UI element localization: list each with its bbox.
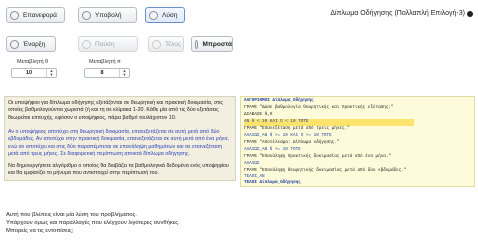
start-button[interactable]: Έναρξη xyxy=(6,36,56,52)
forward-label: Μπροστά xyxy=(202,40,232,48)
problem-paragraph-1: Οι υποψήφιοι για δίπλωμα οδήγησης εξετάζ… xyxy=(8,100,223,121)
end-button[interactable]: Τέλος xyxy=(148,36,184,52)
end-label: Τέλος xyxy=(165,40,182,48)
info-circle-icon[interactable] xyxy=(467,11,473,17)
theory-var-label: Μεταβλητή θ xyxy=(17,59,49,65)
solution-label: Λύση xyxy=(162,11,178,19)
practice-var-input[interactable]: 8 ▲ ▼ xyxy=(84,68,130,78)
solution-icon xyxy=(149,10,158,20)
reset-icon xyxy=(10,10,19,20)
page-title-text: Δίπλωμα Οδήγησης (Πολλαπλή Επιλογή-3) xyxy=(330,10,465,17)
code-line: ΤΕΛΟΣ Δίπλωμα_Οδήγησης xyxy=(244,180,301,185)
start-label: Έναρξη xyxy=(23,40,46,48)
theory-var-value: 10 xyxy=(25,70,33,76)
pause-label: Παύση xyxy=(95,40,115,48)
reset-label: Επανεφορά xyxy=(23,11,57,19)
code-line: ΓΡΑΨΕ "Δώσε βαθμολογία θεωρητικής και πρ… xyxy=(244,105,394,110)
code-line: ΓΡΑΨΕ "Επανεξέταση μετά από τρεις μήνες.… xyxy=(244,126,350,131)
code-line: ΓΡΑΨΕ "Επανάληψη θεωρητικής δοκιμασίας μ… xyxy=(244,168,407,173)
submit-button[interactable]: Υποβολή xyxy=(78,7,137,23)
theory-var-input[interactable]: 10 ▲ ▼ xyxy=(11,68,57,78)
code-line: ΔΙΑΒΑΣΕ θ,π xyxy=(244,112,273,117)
code-line: ΑΛΛΙΩΣ xyxy=(244,161,260,166)
spinner-icon[interactable]: ▲ ▼ xyxy=(119,69,129,77)
spinner-icon[interactable]: ▲ ▼ xyxy=(46,69,56,77)
code-line: ΑΛΛΙΩΣ_ΑΝ θ >= 10 ΤΟΤΕ xyxy=(244,147,301,152)
pause-icon xyxy=(82,39,91,49)
forward-button[interactable]: Μπροστά xyxy=(191,36,233,52)
code-line: ΓΡΑΨΕ "Αποτέλεσμα: Δίπλωμα οδήγησης." xyxy=(244,140,340,145)
footer-line-2: Υπάρχουν όμως και παραλλαγές που ελέγχου… xyxy=(6,220,180,226)
start-icon xyxy=(10,39,19,49)
code-line: ΑΛΛΙΩΣ_ΑΝ θ >= 10 ΚΑΙ π >= 10 ΤΟΤΕ xyxy=(244,133,332,138)
practice-var-value: 8 xyxy=(100,70,104,76)
code-line: ΑΛΓΟΡΙΘΜΟΣ Δίπλωμα_Οδήγησης xyxy=(244,98,314,103)
algorithm-code-panel: ΑΛΓΟΡΙΘΜΟΣ Δίπλωμα_Οδήγησης ΓΡΑΨΕ "Δώσε … xyxy=(240,96,475,187)
submit-label: Υποβολή xyxy=(95,11,122,19)
code-line: ΓΡΑΨΕ "Επανάληψη πρακτικής δοκιμασίας με… xyxy=(244,154,391,159)
footer-text: Αυτή που βλέπεις είναι μία λύση του προβ… xyxy=(6,211,180,235)
problem-paragraph-3: Να δημιουργήσετε αλγόριθμο ο οποίος θα δ… xyxy=(8,163,229,177)
end-icon xyxy=(152,39,161,49)
footer-line-1: Αυτή που βλέπεις είναι μία λύση του προβ… xyxy=(6,212,137,218)
page-title: Δίπλωμα Οδήγησης (Πολλαπλή Επιλογή-3) xyxy=(260,10,465,17)
footer-line-3: Μπορείς να τις εντοπίσεις; xyxy=(6,228,74,234)
forward-icon xyxy=(195,39,199,49)
reset-button[interactable]: Επανεφορά xyxy=(6,7,65,23)
code-line: ΑΝ θ < 10 ΚΑΙ π < 10 ΤΟΤΕ xyxy=(244,119,309,124)
pause-button[interactable]: Παύση xyxy=(78,36,138,52)
problem-panel: Οι υποψήφιοι για δίπλωμα οδήγησης εξετάζ… xyxy=(4,96,236,181)
practice-var-label: Μεταβλητή π xyxy=(89,59,121,65)
submit-icon xyxy=(82,10,91,20)
solution-button[interactable]: Λύση xyxy=(145,7,185,23)
problem-paragraph-2: Αν ο υποψήφιος αποτύχει στη θεωρητική δο… xyxy=(8,129,229,157)
